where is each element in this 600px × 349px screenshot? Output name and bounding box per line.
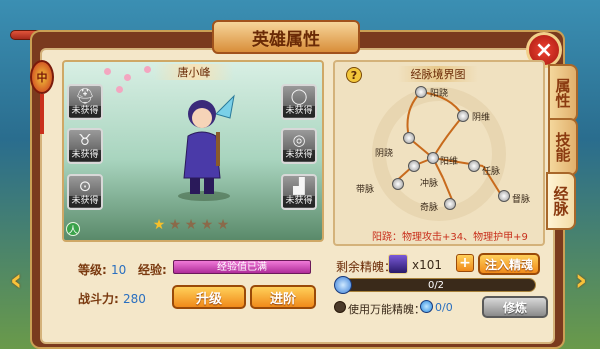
meridian-graph	[372, 87, 506, 221]
node-yinqiao-label: 阴跷	[375, 149, 394, 159]
use-universal-soul-checkbox[interactable]	[334, 301, 346, 313]
level-label: 等级:	[78, 263, 107, 277]
tab-attributes[interactable]: 属性	[548, 64, 578, 122]
hero-type-badge: 人	[66, 222, 80, 236]
necklace-icon: ⊙	[78, 177, 92, 195]
amulet-icon: ♉	[78, 131, 92, 149]
close-icon: ×	[534, 37, 554, 63]
power-stat: 战斗力: 280	[78, 290, 146, 307]
node-yangwei-label: 阳维	[440, 157, 459, 167]
boots-icon: ▟	[293, 177, 305, 195]
tab-meridians[interactable]: 经脉	[546, 172, 576, 230]
node-yinwei-label: 阴维	[472, 113, 491, 123]
slot-status: 未获得	[283, 106, 315, 117]
star-empty-icon: ★	[216, 217, 230, 233]
equip-slot-boots[interactable]: ▟ 未获得	[281, 174, 317, 210]
star-empty-icon: ★	[200, 217, 214, 233]
node-dai-label: 带脉	[356, 185, 375, 195]
slot-status: 未获得	[69, 150, 101, 161]
level-value: 10	[111, 263, 127, 277]
upgrade-button[interactable]: 升级	[172, 285, 246, 309]
next-hero-arrow-icon[interactable]: ›	[568, 262, 594, 298]
tab-skills-label: 技能	[553, 132, 572, 162]
blossom-decoration	[124, 74, 131, 81]
node-du-icon[interactable]	[498, 190, 510, 202]
hero-star-rating: ★ ★ ★ ★ ★	[152, 217, 234, 233]
charm-ornament: 中	[30, 60, 54, 94]
hero-name: 唐小峰	[154, 64, 234, 80]
slot-status: 未获得	[69, 106, 101, 117]
blossom-decoration	[144, 66, 151, 73]
ring-icon: ◯	[290, 87, 308, 105]
node-ren-icon[interactable]	[468, 160, 480, 172]
exp-bar: 经验值已满	[173, 260, 311, 274]
node-yangqiao-icon[interactable]	[415, 86, 427, 98]
universal-soul-ratio: 0/0	[435, 301, 453, 314]
level-stat: 等级: 10	[78, 261, 126, 278]
soul-label: 剩余精魄：	[336, 260, 397, 274]
node-chong-label: 冲脉	[420, 179, 439, 189]
universal-soul-icon	[420, 300, 433, 313]
equip-slot-necklace[interactable]: ⊙ 未获得	[67, 174, 103, 210]
previous-hero-arrow-icon[interactable]: ‹	[3, 262, 29, 298]
blossom-decoration	[116, 86, 123, 93]
blossom-decoration	[104, 68, 111, 75]
practice-button[interactable]: 修炼	[482, 296, 548, 318]
equip-slot-ring[interactable]: ◯ 未获得	[281, 84, 317, 120]
advance-button[interactable]: 进阶	[250, 285, 316, 309]
use-universal-soul-label: 使用万能精魄：	[348, 303, 425, 316]
node-ren-label: 任脉	[482, 167, 501, 177]
node-yinqiao-icon[interactable]	[403, 132, 415, 144]
node-qi-label: 奇脉	[420, 203, 439, 213]
equip-slot-helmet[interactable]: ⛑ 未获得	[67, 84, 103, 120]
slot-status: 未获得	[283, 196, 315, 207]
tab-meridians-label: 经脉	[551, 186, 570, 216]
node-yangwei-icon[interactable]	[427, 152, 439, 164]
star-filled-icon: ★	[152, 217, 166, 233]
window-title: 英雄属性	[252, 29, 320, 50]
charm-glyph: 中	[36, 71, 48, 84]
soul-count: x101	[412, 258, 443, 272]
tab-attributes-label: 属性	[553, 78, 572, 108]
helmet-icon: ⛑	[75, 87, 95, 105]
inject-soul-button[interactable]: 注入精魂	[478, 253, 540, 275]
node-dai-icon[interactable]	[392, 178, 404, 190]
add-soul-button[interactable]: +	[456, 254, 474, 272]
power-value: 280	[123, 292, 146, 306]
node-du-label: 督脉	[512, 195, 531, 205]
tab-skills[interactable]: 技能	[548, 118, 578, 176]
node-chong-icon[interactable]	[408, 160, 420, 172]
node-qi-icon[interactable]	[444, 198, 456, 210]
node-yangqiao-label: 阳跷	[430, 89, 449, 99]
soul-progress-bar: 0/2	[336, 278, 536, 292]
hero-character-sprite[interactable]	[172, 92, 236, 202]
star-empty-icon: ★	[168, 217, 182, 233]
equip-slot-amulet[interactable]: ♉ 未获得	[67, 128, 103, 164]
charm-tassel	[40, 94, 44, 134]
slot-status: 未获得	[283, 150, 315, 161]
soul-item-icon	[388, 254, 408, 274]
slot-status: 未获得	[69, 196, 101, 207]
hero-type-glyph: 人	[68, 225, 78, 236]
power-label: 战斗力:	[78, 292, 119, 306]
node-yinwei-icon[interactable]	[457, 110, 469, 122]
star-empty-icon: ★	[184, 217, 198, 233]
window-title-plate: 英雄属性	[212, 20, 360, 54]
equip-slot-bracelet[interactable]: ◎ 未获得	[281, 128, 317, 164]
soul-progress-text: 0/2	[427, 280, 445, 291]
exp-label: 经验:	[138, 263, 167, 277]
bracelet-icon: ◎	[292, 131, 306, 149]
meridian-effect-text: 阳跷：物理攻击+34、物理护甲+9	[372, 232, 528, 243]
spirit-orb-icon	[334, 276, 352, 294]
